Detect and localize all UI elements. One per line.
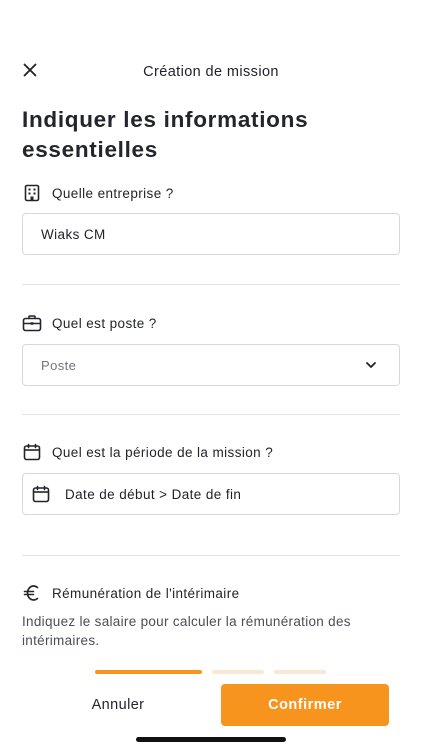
confirm-button[interactable]: Confirmer	[221, 684, 389, 726]
page-title: Indiquer les informations essentielles	[22, 107, 309, 162]
date-range-field[interactable]: Date de début > Date de fin	[22, 473, 400, 515]
company-label: Quelle entreprise ?	[52, 185, 174, 201]
progress-step-2	[212, 670, 264, 674]
calendar-icon	[22, 442, 42, 462]
period-label: Quel est la période de la mission ?	[52, 444, 274, 460]
home-indicator	[136, 737, 286, 742]
progress-step-3	[274, 670, 326, 674]
remuneration-section-label: Rémunération de l'intérimaire	[22, 582, 240, 604]
divider	[22, 284, 400, 285]
company-section-label: Quelle entreprise ?	[22, 182, 174, 204]
position-label: Quel est poste ?	[52, 315, 157, 331]
position-section-label: Quel est poste ?	[22, 312, 157, 334]
divider	[22, 555, 400, 556]
divider	[22, 414, 400, 415]
building-icon	[22, 183, 42, 203]
remuneration-label: Rémunération de l'intérimaire	[52, 585, 240, 601]
top-bar: Création de mission	[0, 56, 422, 88]
header-title: Création de mission	[143, 64, 279, 80]
chevron-down-icon	[363, 357, 379, 373]
period-section-label: Quel est la période de la mission ?	[22, 441, 273, 463]
euro-icon	[22, 583, 42, 603]
progress-step-1	[95, 670, 202, 674]
position-placeholder: Poste	[41, 357, 77, 373]
position-dropdown[interactable]: Poste	[22, 344, 400, 386]
calendar-icon	[31, 484, 51, 504]
remuneration-description: Indiquez le salaire pour calculer la rém…	[22, 614, 351, 648]
date-range-value: Date de début > Date de fin	[65, 486, 242, 502]
company-field[interactable]: Wiaks CM	[22, 213, 400, 255]
briefcase-icon	[22, 313, 42, 333]
company-value: Wiaks CM	[41, 226, 106, 242]
cancel-button[interactable]: Annuler	[60, 684, 176, 726]
